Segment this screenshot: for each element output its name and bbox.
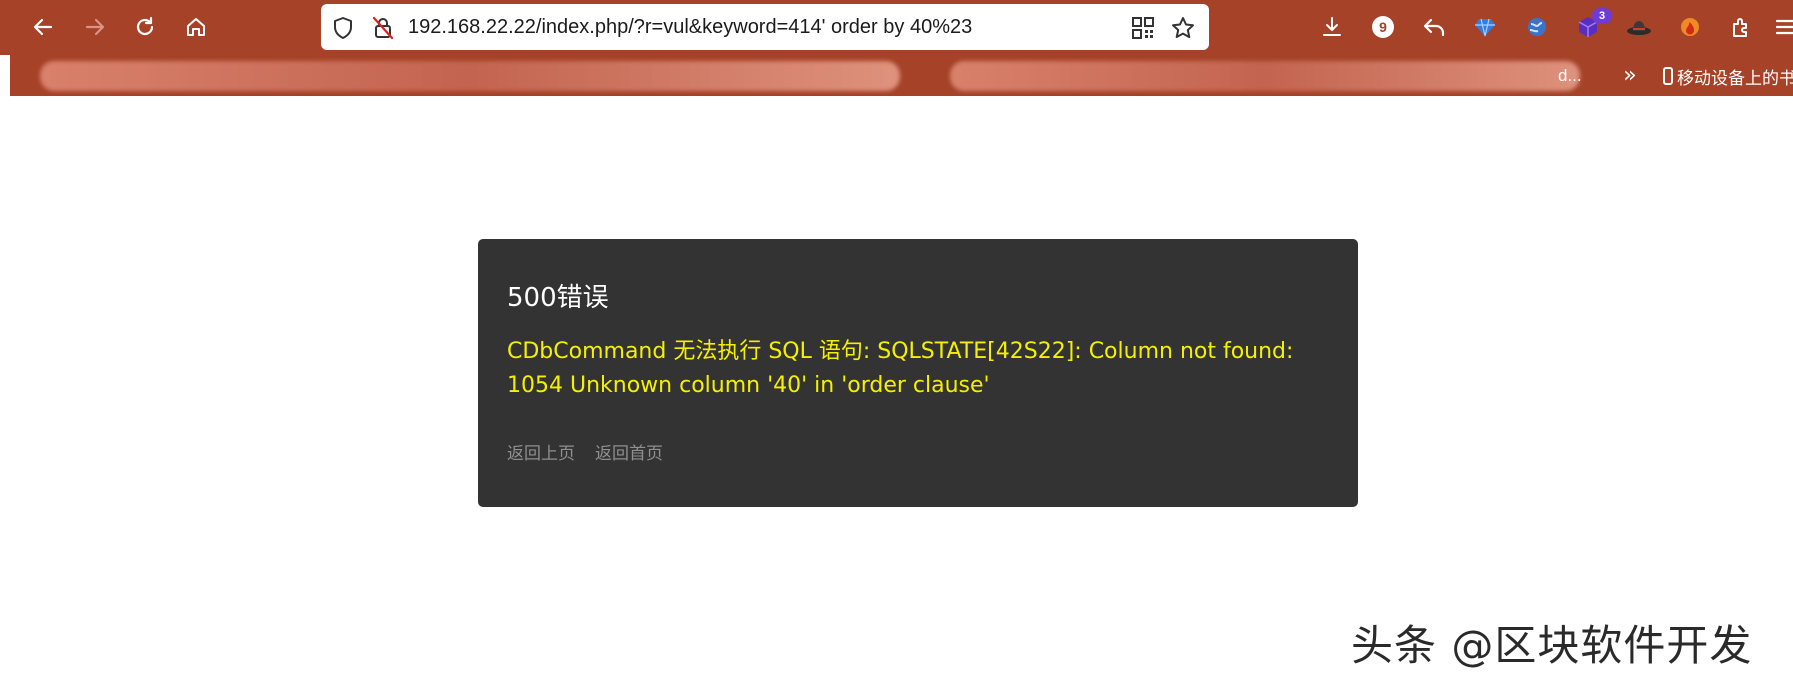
cube-extension-button[interactable]: 3 <box>1573 8 1612 42</box>
home-link[interactable]: 返回首页 <box>595 439 663 464</box>
watermark: 头条 @区块软件开发 <box>1351 621 1753 670</box>
phone-icon <box>1663 67 1673 85</box>
flame-extension-button[interactable] <box>1675 12 1705 42</box>
blurred-bookmarks <box>40 61 900 91</box>
star-icon[interactable] <box>1171 16 1195 40</box>
back-link[interactable]: 返回上页 <box>507 439 575 464</box>
blurred-bookmarks <box>950 61 1580 91</box>
extensions-icon <box>1733 18 1747 37</box>
hat-extension-icon <box>1627 21 1651 35</box>
shield-icon[interactable] <box>331 16 355 40</box>
bookmarks-bar: d... » 移动设备上的书 <box>10 55 1793 96</box>
mobile-bookmarks-label: 移动设备上的书 <box>1677 68 1793 89</box>
qr-code-icon[interactable] <box>1131 16 1155 40</box>
error-links: 返回上页 返回首页 <box>507 439 663 464</box>
url-text[interactable]: 192.168.22.22/index.php/?r=vul&keyword=4… <box>408 4 972 50</box>
globe-extension-button[interactable] <box>1522 12 1552 42</box>
reply-icon <box>1423 18 1445 37</box>
reload-icon <box>136 16 154 36</box>
home-icon <box>187 18 205 36</box>
forward-icon <box>85 18 105 36</box>
menu-button[interactable] <box>1772 12 1793 42</box>
extensions-button[interactable] <box>1726 12 1756 42</box>
flame-extension-icon <box>1681 18 1699 36</box>
error-panel: 500错误 CDbCommand 无法执行 SQL 语句: SQLSTATE[4… <box>478 239 1358 507</box>
download-icon <box>1323 17 1341 36</box>
diamond-extension-button[interactable] <box>1470 12 1500 42</box>
notification-count-badge: 9 <box>1372 16 1394 38</box>
globe-extension-icon <box>1528 18 1546 36</box>
bookmarks-overflow-button[interactable]: » <box>1616 63 1644 89</box>
mobile-bookmarks-folder[interactable]: 移动设备上的书 <box>1663 63 1793 89</box>
error-title: 500错误 <box>507 283 609 313</box>
extension-badge: 3 <box>1592 8 1612 24</box>
error-message: CDbCommand 无法执行 SQL 语句: SQLSTATE[42S22]:… <box>507 339 1294 398</box>
back-icon <box>33 18 53 36</box>
insecure-lock-icon[interactable] <box>371 16 395 40</box>
reload-button[interactable] <box>130 12 160 42</box>
notifications-button[interactable]: 9 <box>1368 12 1398 42</box>
forward-button[interactable] <box>80 12 110 42</box>
hat-extension-button[interactable] <box>1624 12 1654 42</box>
diamond-extension-icon <box>1475 18 1495 37</box>
home-button[interactable] <box>181 12 211 42</box>
downloads-button[interactable] <box>1317 12 1347 42</box>
menu-icon <box>1775 19 1793 35</box>
url-bar[interactable]: 192.168.22.22/index.php/?r=vul&keyword=4… <box>321 4 1209 50</box>
reply-button[interactable] <box>1419 12 1449 42</box>
back-button[interactable] <box>28 12 58 42</box>
bookmark-truncated[interactable]: d... <box>1558 63 1582 89</box>
browser-toolbar: 192.168.22.22/index.php/?r=vul&keyword=4… <box>0 0 1793 55</box>
